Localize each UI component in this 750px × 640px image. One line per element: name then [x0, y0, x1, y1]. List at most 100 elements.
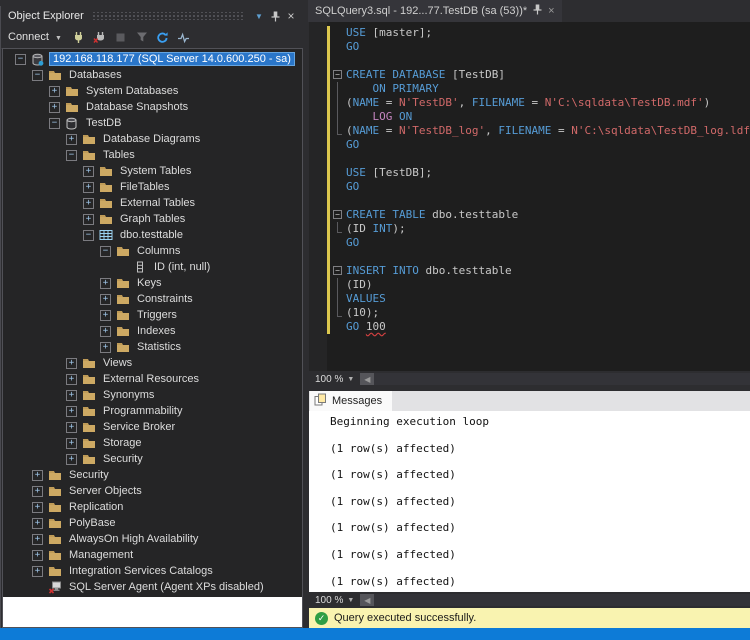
- window-status-bar: [0, 628, 750, 640]
- expand-icon[interactable]: +: [100, 294, 111, 305]
- expand-icon[interactable]: +: [66, 454, 77, 465]
- tree-item[interactable]: −192.168.118.177 (SQL Server 14.0.600.25…: [3, 51, 302, 67]
- scroll-left-icon[interactable]: ◀: [360, 373, 374, 385]
- tree-item[interactable]: +Replication: [3, 499, 302, 515]
- tree-item[interactable]: +Triggers: [3, 307, 302, 323]
- tree-item[interactable]: +External Resources: [3, 371, 302, 387]
- tree-item[interactable]: +Statistics: [3, 339, 302, 355]
- collapse-icon[interactable]: −: [49, 118, 60, 129]
- tree-item[interactable]: +Management: [3, 547, 302, 563]
- editor-zoom-level[interactable]: 100 %: [309, 374, 347, 385]
- tree-item[interactable]: −Tables: [3, 147, 302, 163]
- tree-item[interactable]: ID (int, null): [3, 259, 302, 275]
- expand-icon[interactable]: +: [66, 358, 77, 369]
- expand-icon[interactable]: +: [83, 182, 94, 193]
- stop-icon[interactable]: [112, 29, 130, 45]
- tree-item[interactable]: +FileTables: [3, 179, 302, 195]
- expand-icon[interactable]: +: [32, 486, 43, 497]
- horizontal-scrollbar[interactable]: [374, 594, 750, 606]
- tree-item[interactable]: +Graph Tables: [3, 211, 302, 227]
- refresh-icon[interactable]: [154, 29, 172, 45]
- fold-collapse-icon[interactable]: −: [330, 264, 346, 278]
- expand-icon[interactable]: +: [32, 534, 43, 545]
- tree-item[interactable]: +Programmability: [3, 403, 302, 419]
- tree-item[interactable]: +External Tables: [3, 195, 302, 211]
- expand-icon[interactable]: +: [32, 518, 43, 529]
- tree-item[interactable]: +Views: [3, 355, 302, 371]
- tree-item[interactable]: +Service Broker: [3, 419, 302, 435]
- connect-button[interactable]: Connect: [8, 31, 49, 43]
- expand-icon[interactable]: +: [66, 438, 77, 449]
- close-icon[interactable]: ×: [283, 8, 299, 24]
- scroll-left-icon[interactable]: ◀: [360, 594, 374, 606]
- horizontal-scrollbar[interactable]: [374, 373, 750, 385]
- expand-icon[interactable]: +: [32, 470, 43, 481]
- object-explorer-titlebar[interactable]: Object Explorer ▼ ×: [1, 6, 303, 26]
- message-line: [330, 455, 750, 468]
- collapse-icon[interactable]: −: [100, 246, 111, 257]
- chevron-down-icon[interactable]: ▼: [347, 376, 360, 383]
- document-tab[interactable]: SQLQuery3.sql - 192...77.TestDB (sa (53)…: [308, 0, 562, 22]
- expand-icon[interactable]: +: [83, 214, 94, 225]
- tree-item[interactable]: +PolyBase: [3, 515, 302, 531]
- connect-plug-icon[interactable]: [70, 29, 88, 45]
- expand-icon[interactable]: +: [32, 566, 43, 577]
- expand-icon[interactable]: +: [49, 86, 60, 97]
- expand-icon[interactable]: +: [66, 390, 77, 401]
- tree-item[interactable]: +Server Objects: [3, 483, 302, 499]
- connect-dropdown-caret[interactable]: ▼: [55, 35, 62, 42]
- code-token: GO: [346, 138, 359, 152]
- tree-item[interactable]: −TestDB: [3, 115, 302, 131]
- fold-collapse-icon[interactable]: −: [330, 208, 346, 222]
- expand-icon[interactable]: +: [32, 502, 43, 513]
- expand-icon[interactable]: +: [66, 422, 77, 433]
- tree-item[interactable]: −Databases: [3, 67, 302, 83]
- fold-collapse-icon[interactable]: −: [330, 68, 346, 82]
- chevron-down-icon[interactable]: ▼: [251, 8, 267, 24]
- collapse-icon[interactable]: −: [83, 230, 94, 241]
- tree-item[interactable]: −dbo.testtable: [3, 227, 302, 243]
- tab-messages[interactable]: Messages: [310, 391, 392, 411]
- tree-item[interactable]: SQL Server Agent (Agent XPs disabled): [3, 579, 302, 595]
- pin-icon[interactable]: [533, 4, 542, 18]
- tree-item[interactable]: +Constraints: [3, 291, 302, 307]
- tree-item[interactable]: +System Tables: [3, 163, 302, 179]
- expand-icon[interactable]: +: [100, 342, 111, 353]
- tree-item[interactable]: +AlwaysOn High Availability: [3, 531, 302, 547]
- code-token: =: [379, 124, 399, 138]
- expand-icon[interactable]: +: [100, 326, 111, 337]
- object-explorer-tree[interactable]: −192.168.118.177 (SQL Server 14.0.600.25…: [3, 49, 302, 597]
- tree-item[interactable]: +Keys: [3, 275, 302, 291]
- chevron-down-icon[interactable]: ▼: [347, 597, 360, 604]
- close-icon[interactable]: ×: [548, 6, 554, 17]
- expand-icon[interactable]: +: [83, 198, 94, 209]
- expand-icon[interactable]: +: [66, 406, 77, 417]
- activity-monitor-icon[interactable]: [175, 29, 193, 45]
- tree-item[interactable]: +Database Snapshots: [3, 99, 302, 115]
- expand-icon[interactable]: +: [49, 102, 60, 113]
- collapse-icon[interactable]: −: [15, 54, 26, 65]
- collapse-icon[interactable]: −: [32, 70, 43, 81]
- tree-item[interactable]: −Columns: [3, 243, 302, 259]
- expand-icon[interactable]: +: [100, 278, 111, 289]
- expand-icon[interactable]: +: [66, 134, 77, 145]
- code-token: FILENAME: [498, 124, 551, 138]
- pin-icon[interactable]: [267, 8, 283, 24]
- sql-editor[interactable]: USE [master];GO−CREATE DATABASE [TestDB]…: [309, 22, 750, 371]
- expand-icon[interactable]: +: [32, 550, 43, 561]
- tree-item[interactable]: +Database Diagrams: [3, 131, 302, 147]
- tree-item[interactable]: +Storage: [3, 435, 302, 451]
- filter-icon[interactable]: [133, 29, 151, 45]
- messages-zoom-level[interactable]: 100 %: [309, 595, 347, 606]
- expand-icon[interactable]: +: [83, 166, 94, 177]
- tree-item[interactable]: +Security: [3, 467, 302, 483]
- tree-item[interactable]: +Indexes: [3, 323, 302, 339]
- tree-item[interactable]: +Synonyms: [3, 387, 302, 403]
- tree-item[interactable]: +Integration Services Catalogs: [3, 563, 302, 579]
- collapse-icon[interactable]: −: [66, 150, 77, 161]
- expand-icon[interactable]: +: [66, 374, 77, 385]
- tree-item[interactable]: +Security: [3, 451, 302, 467]
- disconnect-plug-icon[interactable]: [91, 29, 109, 45]
- expand-icon[interactable]: +: [100, 310, 111, 321]
- tree-item[interactable]: +System Databases: [3, 83, 302, 99]
